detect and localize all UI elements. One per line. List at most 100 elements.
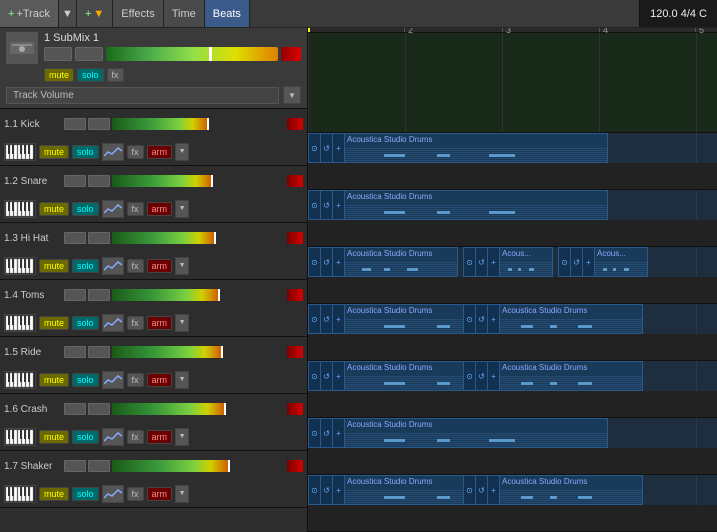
clip-loop-3-0[interactable]: ↺ bbox=[321, 305, 333, 333]
clip-loop-6-1[interactable]: ↺ bbox=[476, 476, 488, 504]
fader-mini-2[interactable] bbox=[64, 232, 86, 244]
fader-center-6[interactable] bbox=[88, 460, 110, 472]
clip-edit-4-1[interactable]: + bbox=[488, 362, 500, 390]
clip-edit-4-0[interactable]: + bbox=[333, 362, 345, 390]
track-dropdown-4[interactable]: ▼ bbox=[175, 371, 189, 389]
clip-lock-2-2[interactable]: ⊙ bbox=[559, 248, 571, 276]
fx-btn-2[interactable]: fx bbox=[127, 259, 144, 273]
fader-bar-5[interactable] bbox=[112, 403, 285, 415]
piano-icon-6[interactable] bbox=[4, 485, 36, 503]
mute-btn-0[interactable]: mute bbox=[39, 145, 69, 159]
clip-lock-6-0[interactable]: ⊙ bbox=[309, 476, 321, 504]
fader-mini-3[interactable] bbox=[64, 289, 86, 301]
fader-bar-6[interactable] bbox=[112, 460, 285, 472]
clip-2-0[interactable]: ⊙ ↺ + Acoustica Studio Drums bbox=[308, 247, 458, 277]
clip-edit-0-0[interactable]: + bbox=[333, 134, 345, 162]
clip-0-0[interactable]: ⊙ ↺ + Acoustica Studio Drums bbox=[308, 133, 608, 163]
fx-btn-6[interactable]: fx bbox=[127, 487, 144, 501]
clip-2-1[interactable]: ⊙ ↺ + Acous... bbox=[463, 247, 553, 277]
mute-btn-3[interactable]: mute bbox=[39, 316, 69, 330]
clip-loop-2-2[interactable]: ↺ bbox=[571, 248, 583, 276]
fader-center-1[interactable] bbox=[88, 175, 110, 187]
piano-icon-4[interactable] bbox=[4, 371, 36, 389]
track-dropdown-3[interactable]: ▼ bbox=[175, 314, 189, 332]
clip-edit-6-0[interactable]: + bbox=[333, 476, 345, 504]
clip-lock-0-0[interactable]: ⊙ bbox=[309, 134, 321, 162]
fx-btn-5[interactable]: fx bbox=[127, 430, 144, 444]
clip-loop-3-1[interactable]: ↺ bbox=[476, 305, 488, 333]
time-button[interactable]: Time bbox=[164, 0, 205, 27]
clip-loop-2-1[interactable]: ↺ bbox=[476, 248, 488, 276]
clip-2-2[interactable]: ⊙ ↺ + Acous... bbox=[558, 247, 648, 277]
fader-mini-5[interactable] bbox=[64, 403, 86, 415]
fx-btn-0[interactable]: fx bbox=[127, 145, 144, 159]
arm-btn-3[interactable]: arm bbox=[147, 316, 173, 330]
fader-mini-1[interactable] bbox=[64, 175, 86, 187]
automation-icon-4[interactable] bbox=[102, 371, 124, 389]
solo-btn-1[interactable]: solo bbox=[72, 202, 99, 216]
clip-lock-6-1[interactable]: ⊙ bbox=[464, 476, 476, 504]
fader-center-2[interactable] bbox=[88, 232, 110, 244]
automation-icon-0[interactable] bbox=[102, 143, 124, 161]
arm-btn-6[interactable]: arm bbox=[147, 487, 173, 501]
fader-center-0[interactable] bbox=[88, 118, 110, 130]
track-dropdown-6[interactable]: ▼ bbox=[175, 485, 189, 503]
arm-btn-1[interactable]: arm bbox=[147, 202, 173, 216]
submix-mute-btn[interactable]: mute bbox=[44, 68, 74, 82]
effects-button[interactable]: Effects bbox=[113, 0, 163, 27]
fader-bar-4[interactable] bbox=[112, 346, 285, 358]
clip-loop-4-1[interactable]: ↺ bbox=[476, 362, 488, 390]
mute-btn-4[interactable]: mute bbox=[39, 373, 69, 387]
solo-btn-6[interactable]: solo bbox=[72, 487, 99, 501]
clip-loop-2-0[interactable]: ↺ bbox=[321, 248, 333, 276]
mute-btn-6[interactable]: mute bbox=[39, 487, 69, 501]
beats-button[interactable]: Beats bbox=[205, 0, 250, 27]
track-button[interactable]: + +Track bbox=[0, 0, 59, 27]
solo-btn-4[interactable]: solo bbox=[72, 373, 99, 387]
clip-edit-2-1[interactable]: + bbox=[488, 248, 500, 276]
arm-btn-5[interactable]: arm bbox=[147, 430, 173, 444]
fader-bar-3[interactable] bbox=[112, 289, 285, 301]
track-dropdown-0[interactable]: ▼ bbox=[175, 143, 189, 161]
fader-mini-0[interactable] bbox=[64, 118, 86, 130]
clip-3-1[interactable]: ⊙ ↺ + Acoustica Studio Drums bbox=[463, 304, 643, 334]
track-dropdown-2[interactable]: ▼ bbox=[175, 257, 189, 275]
clip-4-1[interactable]: ⊙ ↺ + Acoustica Studio Drums bbox=[463, 361, 643, 391]
clip-5-0[interactable]: ⊙ ↺ + Acoustica Studio Drums bbox=[308, 418, 608, 448]
solo-btn-3[interactable]: solo bbox=[72, 316, 99, 330]
solo-btn-5[interactable]: solo bbox=[72, 430, 99, 444]
clip-lock-5-0[interactable]: ⊙ bbox=[309, 419, 321, 447]
submix-fader-main[interactable] bbox=[106, 47, 278, 61]
clip-6-1[interactable]: ⊙ ↺ + Acoustica Studio Drums bbox=[463, 475, 643, 505]
fader-bar-1[interactable] bbox=[112, 175, 285, 187]
mute-btn-2[interactable]: mute bbox=[39, 259, 69, 273]
mute-btn-1[interactable]: mute bbox=[39, 202, 69, 216]
solo-btn-0[interactable]: solo bbox=[72, 145, 99, 159]
volume-dropdown-btn[interactable]: ▼ bbox=[283, 86, 301, 104]
fader-center-4[interactable] bbox=[88, 346, 110, 358]
automation-icon-6[interactable] bbox=[102, 485, 124, 503]
submix-solo-btn[interactable]: solo bbox=[77, 68, 104, 82]
playhead[interactable] bbox=[308, 28, 310, 32]
clip-edit-2-2[interactable]: + bbox=[583, 248, 595, 276]
clip-lock-2-1[interactable]: ⊙ bbox=[464, 248, 476, 276]
clip-lock-3-1[interactable]: ⊙ bbox=[464, 305, 476, 333]
clip-edit-3-0[interactable]: + bbox=[333, 305, 345, 333]
fader-mini-6[interactable] bbox=[64, 460, 86, 472]
clip-loop-6-0[interactable]: ↺ bbox=[321, 476, 333, 504]
automation-icon-1[interactable] bbox=[102, 200, 124, 218]
clip-loop-0-0[interactable]: ↺ bbox=[321, 134, 333, 162]
submix-fader-left[interactable] bbox=[44, 47, 72, 61]
fx-btn-1[interactable]: fx bbox=[127, 202, 144, 216]
automation-icon-2[interactable] bbox=[102, 257, 124, 275]
clip-edit-5-0[interactable]: + bbox=[333, 419, 345, 447]
clip-1-0[interactable]: ⊙ ↺ + Acoustica Studio Drums bbox=[308, 190, 608, 220]
solo-btn-2[interactable]: solo bbox=[72, 259, 99, 273]
clip-loop-1-0[interactable]: ↺ bbox=[321, 191, 333, 219]
arm-btn-2[interactable]: arm bbox=[147, 259, 173, 273]
fader-bar-2[interactable] bbox=[112, 232, 285, 244]
clip-edit-6-1[interactable]: + bbox=[488, 476, 500, 504]
marker-button[interactable]: + ▼ +Marker bbox=[77, 0, 113, 27]
piano-icon-1[interactable] bbox=[4, 200, 36, 218]
clip-lock-1-0[interactable]: ⊙ bbox=[309, 191, 321, 219]
